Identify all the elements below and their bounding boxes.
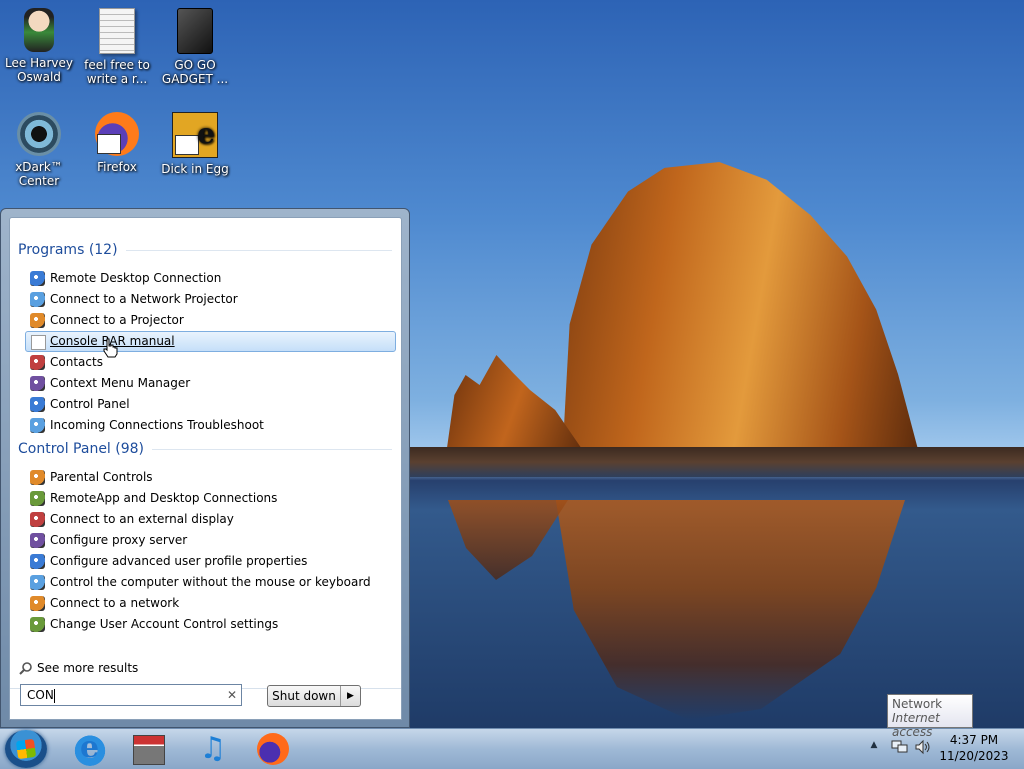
search-result-item[interactable]: Configure proxy server	[25, 530, 396, 551]
user-profile-icon	[30, 554, 45, 569]
text-document-icon	[99, 8, 135, 54]
shutdown-label: Shut down	[268, 686, 341, 706]
wallpaper-reflection	[555, 500, 905, 720]
troubleshoot-icon	[30, 418, 45, 433]
hand-pointer-icon	[103, 338, 118, 358]
desktop-icon-label: Firefox	[97, 160, 137, 174]
wallpaper-rock	[562, 162, 920, 457]
search-icon	[19, 662, 32, 675]
group-heading-label: Programs (12)	[18, 242, 118, 258]
see-more-results-link[interactable]: See more results	[19, 658, 138, 678]
desktop-icon-xdark-center[interactable]: xDark™ Center	[0, 112, 78, 188]
search-result-label: Change User Account Control settings	[50, 617, 279, 631]
desktop-icon-firefox[interactable]: Firefox	[78, 112, 156, 174]
doll-icon	[24, 8, 54, 52]
desktop-icon-dick-in-egg[interactable]: Dick in Egg	[156, 112, 234, 176]
gadget-icon	[177, 8, 213, 54]
network-projector-icon	[30, 292, 45, 307]
uac-icon	[30, 617, 45, 632]
start-search-input[interactable]: CON	[20, 684, 242, 706]
search-result-label: Context Menu Manager	[50, 376, 191, 390]
search-result-item[interactable]: Connect to a Projector	[25, 310, 396, 331]
projector-icon	[30, 313, 45, 328]
wallpaper-rock-small	[446, 355, 586, 455]
search-result-label: RemoteApp and Desktop Connections	[50, 491, 278, 505]
display-icon	[30, 512, 45, 527]
desktop-icon-lee-harvey-oswald[interactable]: Lee Harvey Oswald	[0, 8, 78, 84]
proxy-icon	[30, 533, 45, 548]
tooltip-subtitle: Internet access	[892, 711, 940, 739]
desktop-icon-label: GO GO GADGET ...	[161, 58, 229, 86]
search-input-value: CON	[27, 688, 54, 702]
network-icon	[30, 596, 45, 611]
tooltip-title: Network	[892, 697, 943, 711]
desktop-icon-label: feel free to write a r...	[84, 58, 150, 86]
group-heading-programs[interactable]: Programs (12)	[18, 241, 392, 259]
xdark-center-icon	[17, 112, 61, 156]
search-result-label: Incoming Connections Troubleshoot	[50, 418, 264, 432]
search-result-item[interactable]: Change User Account Control settings	[25, 614, 396, 635]
group-heading-label: Control Panel (98)	[18, 441, 145, 457]
store-icon[interactable]	[133, 735, 165, 765]
context-menu-icon	[30, 376, 45, 391]
start-menu: Programs (12) Remote Desktop Connection C…	[0, 208, 410, 728]
search-result-label: Control the computer without the mouse o…	[50, 575, 371, 589]
desktop-icon-label: Lee Harvey Oswald	[5, 56, 73, 84]
wallpaper-reflection-small	[448, 500, 568, 580]
wallpaper-shore	[410, 447, 1024, 477]
search-result-label: Remote Desktop Connection	[50, 271, 222, 285]
search-result-item[interactable]: Contacts	[25, 352, 396, 373]
search-result-item[interactable]: Connect to an external display	[25, 509, 396, 530]
desktop-icon-label: xDark™ Center	[15, 160, 63, 188]
search-result-label: Configure advanced user profile properti…	[50, 554, 308, 568]
volume-icon[interactable]	[914, 739, 932, 755]
music-icon[interactable]: ♫	[195, 732, 231, 766]
start-button[interactable]	[5, 730, 47, 768]
group-heading-control-panel[interactable]: Control Panel (98)	[18, 440, 392, 458]
search-result-item[interactable]: Console RAR manual	[25, 331, 396, 352]
clock-date: 11/20/2023	[939, 749, 1009, 763]
firefox-icon	[95, 112, 139, 156]
firefox-icon[interactable]	[257, 733, 289, 765]
search-result-item[interactable]: Parental Controls	[25, 467, 396, 488]
contacts-icon	[30, 355, 45, 370]
shutdown-button[interactable]: Shut down ▶	[267, 685, 361, 707]
search-result-item[interactable]: RemoteApp and Desktop Connections	[25, 488, 396, 509]
network-tooltip: Network Internet access	[887, 694, 973, 739]
search-result-item[interactable]: Context Menu Manager	[25, 373, 396, 394]
network-icon[interactable]	[891, 739, 909, 755]
search-results-panel: Programs (12) Remote Desktop Connection C…	[9, 217, 402, 720]
parental-controls-icon	[30, 470, 45, 485]
remote-desktop-icon	[30, 271, 45, 286]
show-hidden-icons-icon[interactable]: ▲	[868, 740, 880, 752]
control-panel-icon	[30, 397, 45, 412]
search-result-label: Control Panel	[50, 397, 130, 411]
search-result-item[interactable]: Connect to a network	[25, 593, 396, 614]
search-result-label: Connect to a Projector	[50, 313, 184, 327]
search-result-label: Connect to an external display	[50, 512, 234, 526]
document-icon	[31, 335, 46, 350]
search-result-item[interactable]: Connect to a Network Projector	[25, 289, 396, 310]
desktop-icon-go-go-gadget[interactable]: GO GO GADGET ...	[156, 8, 234, 86]
shutdown-options-arrow-icon[interactable]: ▶	[341, 686, 360, 706]
search-result-item[interactable]: Control the computer without the mouse o…	[25, 572, 396, 593]
search-result-item[interactable]: Remote Desktop Connection	[25, 268, 396, 289]
search-result-label: Contacts	[50, 355, 103, 369]
search-result-label: Parental Controls	[50, 470, 153, 484]
search-result-item[interactable]: Control Panel	[25, 394, 396, 415]
desktop-icon-label: Dick in Egg	[161, 162, 229, 176]
search-result-item[interactable]: Configure advanced user profile properti…	[25, 551, 396, 572]
remoteapp-icon	[30, 491, 45, 506]
internet-explorer-icon[interactable]	[72, 730, 108, 766]
ease-of-access-icon	[30, 575, 45, 590]
search-result-label: Connect to a Network Projector	[50, 292, 238, 306]
search-result-label: Connect to a network	[50, 596, 180, 610]
desktop-icon-text-file[interactable]: feel free to write a r...	[78, 8, 156, 86]
egg-app-icon	[172, 112, 218, 158]
search-result-label: Configure proxy server	[50, 533, 188, 547]
search-result-item[interactable]: Incoming Connections Troubleshoot	[25, 415, 396, 436]
see-more-label: See more results	[37, 661, 139, 675]
clear-search-icon[interactable]: ✕	[226, 689, 238, 701]
